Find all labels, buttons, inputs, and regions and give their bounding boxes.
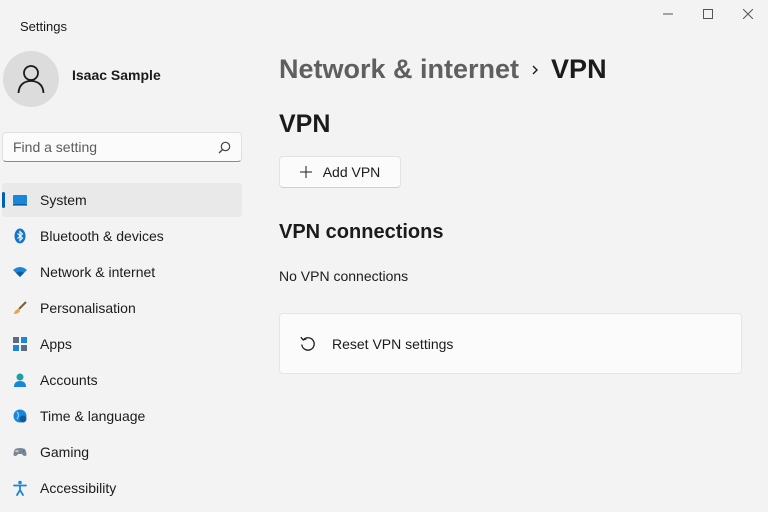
search-input[interactable] (13, 139, 218, 155)
bluetooth-icon (12, 228, 28, 244)
gamepad-icon (12, 444, 28, 460)
maximize-icon (703, 9, 713, 19)
close-icon (743, 9, 753, 19)
section-title: VPN (279, 110, 331, 138)
sidebar-item-label: Time & language (40, 408, 146, 424)
sidebar-nav: System Bluetooth & devices Network & int… (2, 183, 242, 507)
breadcrumb-parent[interactable]: Network & internet (279, 54, 519, 85)
sidebar-item-label: Accounts (40, 372, 98, 388)
accessibility-icon (12, 480, 28, 496)
maximize-button[interactable] (688, 0, 728, 28)
wifi-icon (12, 264, 28, 280)
sidebar-item-apps[interactable]: Apps (2, 327, 242, 361)
globe-clock-icon (12, 408, 28, 424)
chevron-right-icon (531, 64, 539, 76)
window-controls (648, 0, 768, 28)
sidebar-item-label: Gaming (40, 444, 90, 460)
person-icon (12, 372, 28, 388)
connections-title: VPN connections (279, 221, 444, 243)
add-vpn-label: Add VPN (322, 164, 381, 180)
sidebar-item-accounts[interactable]: Accounts (2, 363, 242, 397)
sidebar-item-personalisation[interactable]: Personalisation (2, 291, 242, 325)
sidebar-item-label: System (40, 192, 87, 208)
app-title: Settings (20, 19, 67, 34)
empty-connections-text: No VPN connections (279, 268, 409, 284)
plus-icon (299, 166, 312, 178)
sidebar-item-label: Personalisation (40, 300, 136, 316)
reset-vpn-settings[interactable]: Reset VPN settings (279, 313, 742, 374)
sidebar-item-gaming[interactable]: Gaming (2, 435, 242, 469)
sidebar-item-accessibility[interactable]: Accessibility (2, 471, 242, 505)
close-button[interactable] (728, 0, 768, 28)
monitor-icon (12, 192, 28, 208)
avatar[interactable] (3, 51, 59, 107)
sidebar-item-bluetooth[interactable]: Bluetooth & devices (2, 219, 242, 253)
user-name: Isaac Sample (72, 67, 161, 83)
sidebar-item-time-language[interactable]: Time & language (2, 399, 242, 433)
search-box[interactable] (2, 132, 242, 162)
reset-icon (298, 334, 318, 354)
brush-icon (12, 300, 28, 316)
breadcrumb-current: VPN (551, 54, 607, 84)
search-icon[interactable] (218, 141, 231, 154)
sidebar-item-label: Accessibility (40, 480, 117, 496)
sidebar-item-label: Bluetooth & devices (40, 228, 164, 244)
sidebar-item-system[interactable]: System (2, 183, 242, 217)
sidebar-item-label: Network & internet (40, 264, 156, 280)
apps-icon (12, 336, 28, 352)
add-vpn-button[interactable]: Add VPN (279, 156, 401, 188)
user-profile[interactable]: Isaac Sample (3, 51, 161, 107)
person-icon (17, 65, 45, 94)
breadcrumb: Network & internet VPN (279, 54, 607, 85)
minimize-icon (663, 13, 673, 15)
reset-label: Reset VPN settings (332, 335, 454, 352)
sidebar-item-label: Apps (40, 336, 72, 352)
sidebar-item-network[interactable]: Network & internet (2, 255, 242, 289)
minimize-button[interactable] (648, 0, 688, 28)
